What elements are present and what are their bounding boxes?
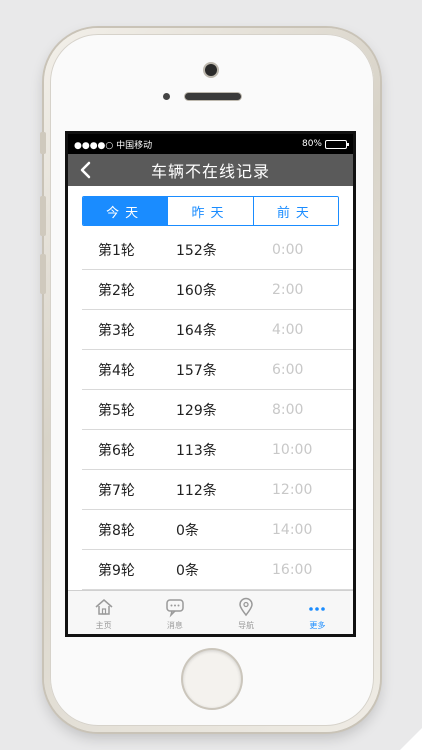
record-count: 157条 [176,362,217,379]
location-pin-icon [239,597,253,617]
record-count: 152条 [176,242,217,259]
app-screen: ●●●●○ 中国移动 80% 上午 9:00 车辆不在线记录 今天 昨天 前天 第1… [68,134,353,634]
record-row[interactable]: 第3轮 164条 4:00 [82,310,353,350]
record-row[interactable]: 第2轮 160条 2:00 [82,270,353,310]
volume-down-button [40,254,46,294]
navigation-bar: 车辆不在线记录 [68,154,353,186]
day-tabs: 今天 昨天 前天 [82,196,339,226]
record-time: 0:00 [272,241,304,258]
mute-switch [40,132,46,154]
record-time: 10:00 [272,441,313,458]
tabbar-label: 更多 [309,621,326,630]
tab-today[interactable]: 今天 [83,197,169,225]
record-time: 2:00 [272,281,304,298]
record-round: 第4轮 [98,362,135,379]
bottom-tab-bar: 主页 消息 导航 更多 [68,590,353,634]
tabbar-more[interactable]: 更多 [282,591,353,634]
record-row[interactable]: 第5轮 129条 8:00 [82,390,353,430]
carrier-label: ●●●●○ 中国移动 [74,140,153,151]
record-count: 129条 [176,402,217,419]
record-count: 112条 [176,482,217,499]
record-count: 0条 [176,522,199,539]
record-time: 12:00 [272,481,313,498]
page-curl [400,728,422,750]
record-round: 第3轮 [98,322,135,339]
record-time: 8:00 [272,401,304,418]
record-count: 160条 [176,282,217,299]
record-row[interactable]: 第9轮 0条 16:00 [82,550,353,590]
tabbar-messages[interactable]: 消息 [139,591,210,634]
record-round: 第1轮 [98,242,135,259]
record-time: 16:00 [272,561,313,578]
front-camera [205,64,217,76]
tabbar-navigation[interactable]: 导航 [211,591,282,634]
carrier-signal: ●●●●○ 中国移动 [74,138,152,151]
home-button[interactable] [183,650,241,708]
chevron-left-icon[interactable] [76,160,96,180]
volume-up-button [40,196,46,236]
tab-day-before[interactable]: 前天 [253,197,338,225]
message-icon [166,599,184,618]
more-dots-icon [309,607,326,611]
tab-yesterday[interactable]: 昨天 [168,197,254,225]
status-bar: ●●●●○ 中国移动 80% [68,134,353,154]
tabbar-label: 消息 [166,621,183,630]
record-row[interactable]: 第4轮 157条 6:00 [82,350,353,390]
record-count: 0条 [176,562,199,579]
record-row[interactable]: 第7轮 112条 12:00 [82,470,353,510]
proximity-sensor [163,93,170,100]
record-time: 6:00 [272,361,304,378]
record-count: 113条 [176,442,217,459]
record-time: 4:00 [272,321,304,338]
tabbar-label: 主页 [95,621,112,630]
record-round: 第2轮 [98,282,135,299]
record-time: 14:00 [272,521,313,538]
record-row[interactable]: 第6轮 113条 10:00 [82,430,353,470]
battery-percent: 80% [301,139,322,149]
record-round: 第8轮 [98,522,135,539]
home-icon [95,599,113,615]
record-round: 第9轮 [98,562,135,579]
record-row[interactable]: 第8轮 0条 14:00 [82,510,353,550]
battery-icon [325,139,349,149]
tabbar-home[interactable]: 主页 [68,591,139,634]
record-list: 第1轮 152条 0:00 第2轮 160条 2:00 第3轮 164条 4:00 第4轮 157条… [82,230,353,590]
record-round: 第6轮 [98,442,135,459]
record-round: 第5轮 [98,402,135,419]
page-title: 车辆不在线记录 [150,162,270,181]
record-row[interactable]: 第1轮 152条 0:00 [82,230,353,270]
tabbar-label: 导航 [238,621,255,630]
battery-status: 80% [301,139,349,149]
record-round: 第7轮 [98,482,135,499]
earpiece-speaker [185,93,241,100]
record-count: 164条 [176,322,217,339]
